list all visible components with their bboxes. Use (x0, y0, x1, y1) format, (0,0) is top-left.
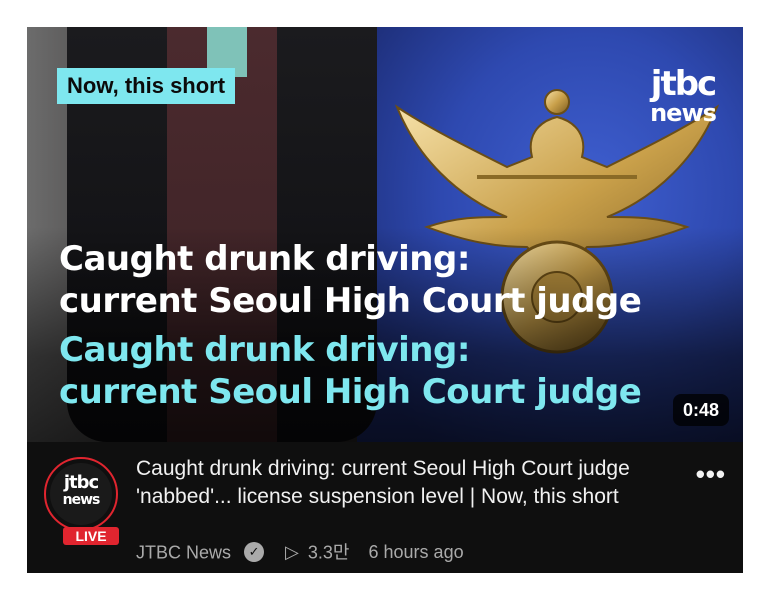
headline-white: Caught drunk driving: current Seoul High… (59, 238, 719, 322)
view-count: 3.3만 (307, 542, 350, 563)
channel-name[interactable]: JTBC News (136, 542, 231, 562)
headline-cyan-line-1: Caught drunk driving: (59, 330, 470, 370)
more-vertical-icon[interactable]: ••• (696, 461, 726, 487)
video-duration: 0:48 (672, 394, 729, 426)
logo-line-1: jtbc (650, 64, 717, 104)
video-meta: jtbc news LIVE Caught drunk driving: cur… (27, 442, 743, 573)
avatar-logo: jtbc news (50, 463, 112, 525)
checkmark-badge-icon: ✓ (244, 542, 265, 563)
headline-cyan-line-2: current Seoul High Court judge (59, 372, 642, 412)
video-byline: JTBC News ✓ ▷ 3.3만 6 hours ago (136, 539, 464, 563)
avatar-logo-line-1: jtbc (63, 472, 99, 493)
live-badge: LIVE (63, 527, 119, 545)
headline-white-line-2: current Seoul High Court judge (59, 281, 642, 321)
video-thumbnail[interactable]: Now, this short jtbc news Caught drunk d… (27, 27, 743, 442)
headline-cyan: Caught drunk driving: current Seoul High… (59, 329, 719, 413)
headline-white-line-1: Caught drunk driving: (59, 239, 470, 279)
video-title[interactable]: Caught drunk driving: current Seoul High… (136, 455, 691, 511)
upload-time: 6 hours ago (368, 542, 464, 563)
logo-line-2: news (650, 99, 717, 127)
avatar-logo-line-2: news (62, 492, 101, 508)
series-tag: Now, this short (57, 68, 236, 104)
jtbc-news-logo: jtbc news (643, 67, 723, 127)
video-card[interactable]: Now, this short jtbc news Caught drunk d… (27, 27, 743, 573)
channel-avatar[interactable]: jtbc news LIVE (44, 457, 119, 545)
play-outline-icon: ▷ (285, 542, 299, 563)
